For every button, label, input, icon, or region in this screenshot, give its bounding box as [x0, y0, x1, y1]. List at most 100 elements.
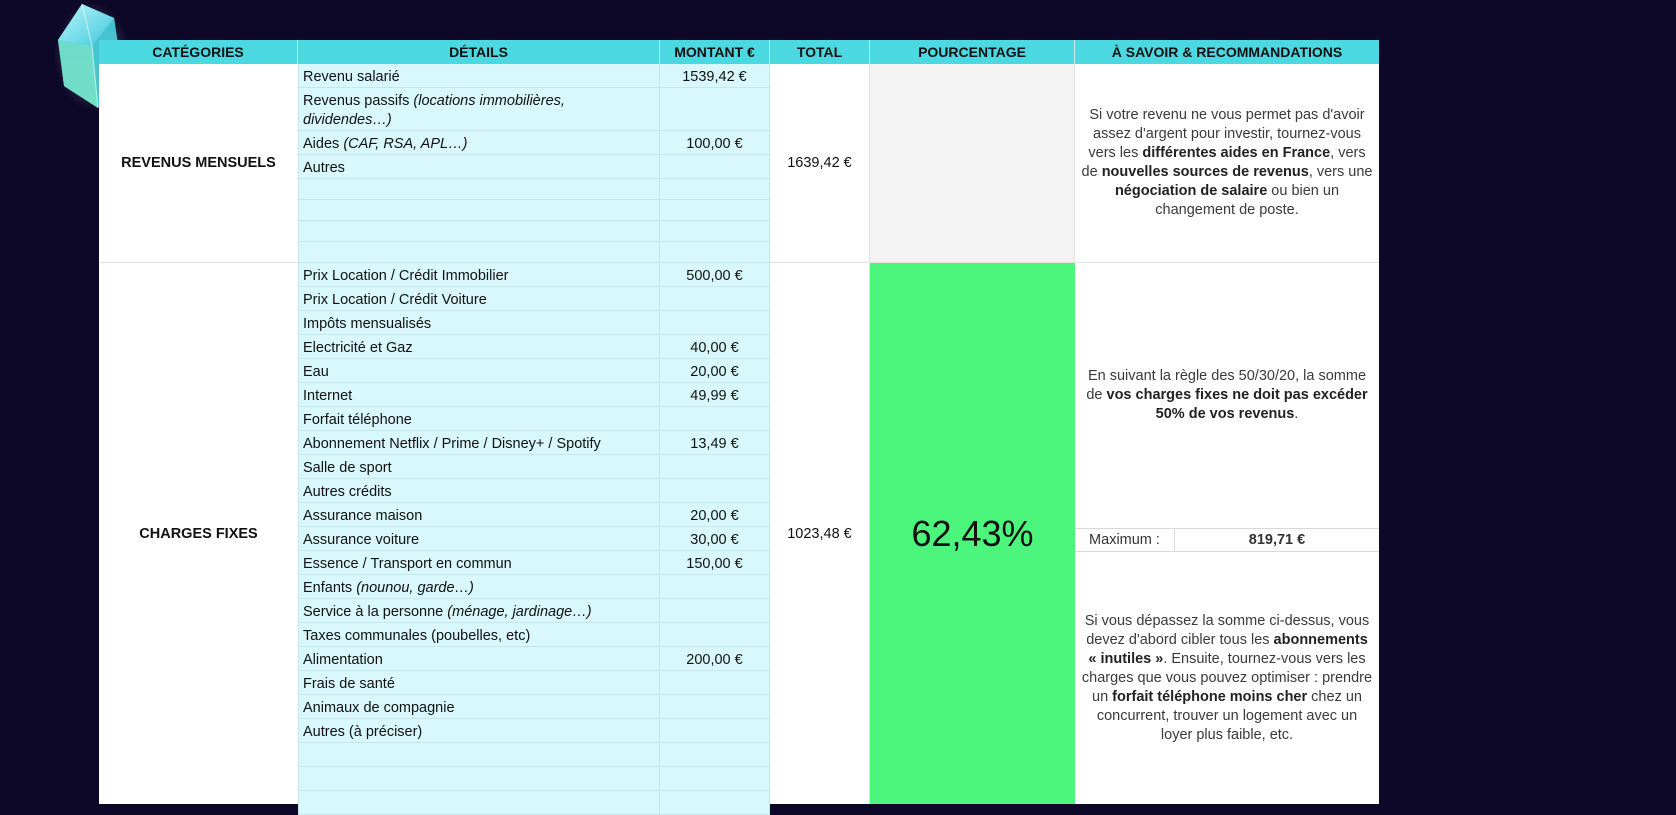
amount-cell[interactable]: 500,00 € — [660, 263, 770, 287]
budget-sheet: CATÉGORIES DÉTAILS MONTANT € TOTAL POURC… — [99, 40, 1379, 815]
charges-row — [298, 791, 770, 815]
detail-cell[interactable]: Taxes communales (poubelles, etc) — [298, 623, 660, 647]
detail-cell[interactable]: Revenu salarié — [298, 64, 660, 88]
detail-cell[interactable]: Prix Location / Crédit Voiture — [298, 287, 660, 311]
advice-charges-optimize: Si vous dépassez la somme ci-dessus, vou… — [1075, 552, 1379, 804]
detail-cell[interactable] — [298, 221, 660, 242]
revenus-row — [298, 179, 770, 200]
amount-cell[interactable] — [660, 200, 770, 221]
amount-cell[interactable]: 200,00 € — [660, 647, 770, 671]
amount-cell[interactable] — [660, 575, 770, 599]
amount-cell[interactable] — [660, 155, 770, 179]
amount-cell[interactable] — [660, 623, 770, 647]
detail-cell[interactable] — [298, 179, 660, 200]
detail-cell[interactable]: Salle de sport — [298, 455, 660, 479]
advice-bold: vos charges fixes ne doit pas excéder 50… — [1106, 387, 1368, 422]
revenus-row — [298, 242, 770, 263]
detail-cell[interactable]: Animaux de compagnie — [298, 695, 660, 719]
detail-label: Alimentation — [303, 652, 383, 668]
amount-cell[interactable] — [660, 311, 770, 335]
amount-cell[interactable]: 13,49 € — [660, 431, 770, 455]
detail-cell[interactable]: Autres — [298, 155, 660, 179]
detail-cell[interactable]: Frais de santé — [298, 671, 660, 695]
detail-cell[interactable]: Alimentation — [298, 647, 660, 671]
detail-cell[interactable]: Autres (à préciser) — [298, 719, 660, 743]
revenus-row: Revenu salarié 1539,42 € — [298, 64, 770, 88]
detail-cell[interactable]: Enfants (nounou, garde…) — [298, 575, 660, 599]
amount-cell[interactable] — [660, 479, 770, 503]
detail-label: Impôts mensualisés — [303, 316, 432, 332]
detail-cell[interactable]: Electricité et Gaz — [298, 335, 660, 359]
detail-label: Revenus passifs — [303, 93, 414, 109]
percentage-revenus[interactable] — [870, 64, 1075, 263]
header-categories: CATÉGORIES — [99, 40, 298, 64]
detail-label: Assurance maison — [303, 508, 423, 524]
total-charges[interactable]: 1023,48 € — [770, 263, 870, 804]
amount-cell[interactable] — [660, 791, 770, 815]
amount-cell[interactable] — [660, 599, 770, 623]
amount-cell[interactable] — [660, 743, 770, 767]
amount-cell[interactable]: 150,00 € — [660, 551, 770, 575]
amount-cell[interactable] — [660, 88, 770, 131]
amount-cell[interactable] — [660, 695, 770, 719]
detail-cell[interactable]: Internet — [298, 383, 660, 407]
amount-cell[interactable]: 49,99 € — [660, 383, 770, 407]
advice-text: . — [1294, 406, 1299, 422]
charges-row: Animaux de compagnie — [298, 695, 770, 719]
detail-cell[interactable]: Abonnement Netflix / Prime / Disney+ / S… — [298, 431, 660, 455]
detail-cell[interactable] — [298, 242, 660, 263]
detail-label: Prix Location / Crédit Voiture — [303, 292, 487, 308]
amount-cell[interactable]: 100,00 € — [660, 131, 770, 155]
detail-cell[interactable]: Autres crédits — [298, 479, 660, 503]
detail-cell[interactable]: Revenus passifs (locations immobilières,… — [298, 88, 660, 131]
detail-cell[interactable] — [298, 767, 660, 791]
detail-cell[interactable] — [298, 743, 660, 767]
detail-label: Animaux de compagnie — [303, 700, 455, 716]
amount-cell[interactable] — [660, 287, 770, 311]
charges-row: Essence / Transport en commun 150,00 € — [298, 551, 770, 575]
detail-label: Abonnement Netflix / Prime / Disney+ / S… — [303, 436, 601, 452]
amount-cell[interactable] — [660, 719, 770, 743]
amount-cell[interactable] — [660, 767, 770, 791]
detail-label: Eau — [303, 364, 329, 380]
amount-cell[interactable] — [660, 242, 770, 263]
detail-note: (nounou, garde…) — [356, 580, 474, 596]
advice-bold: forfait téléphone moins cher — [1112, 688, 1308, 705]
detail-label: Service à la personne — [303, 604, 448, 620]
detail-cell[interactable]: Aides (CAF, RSA, APL…) — [298, 131, 660, 155]
maximum-label: Maximum : — [1075, 529, 1175, 551]
charges-row: Autres (à préciser) — [298, 719, 770, 743]
charges-row: Assurance voiture 30,00 € — [298, 527, 770, 551]
detail-cell[interactable]: Prix Location / Crédit Immobilier — [298, 263, 660, 287]
amount-cell[interactable]: 30,00 € — [660, 527, 770, 551]
amount-cell[interactable]: 40,00 € — [660, 335, 770, 359]
detail-cell[interactable]: Eau — [298, 359, 660, 383]
detail-cell[interactable]: Forfait téléphone — [298, 407, 660, 431]
detail-cell[interactable]: Assurance maison — [298, 503, 660, 527]
maximum-value[interactable]: 819,71 € — [1175, 529, 1379, 551]
amount-cell[interactable] — [660, 671, 770, 695]
revenus-row — [298, 200, 770, 221]
header-percentage: POURCENTAGE — [870, 40, 1075, 64]
percentage-charges[interactable]: 62,43% — [870, 263, 1075, 804]
advice-revenus: Si votre revenu ne vous permet pas d'avo… — [1075, 64, 1379, 263]
revenus-row: Autres — [298, 155, 770, 179]
amount-cell[interactable]: 20,00 € — [660, 359, 770, 383]
detail-cell[interactable]: Impôts mensualisés — [298, 311, 660, 335]
detail-cell[interactable] — [298, 200, 660, 221]
detail-cell[interactable]: Essence / Transport en commun — [298, 551, 660, 575]
amount-cell[interactable] — [660, 221, 770, 242]
amount-cell[interactable]: 20,00 € — [660, 503, 770, 527]
detail-cell[interactable]: Assurance voiture — [298, 527, 660, 551]
revenus-row — [298, 221, 770, 242]
charges-row: Autres crédits — [298, 479, 770, 503]
amount-cell[interactable] — [660, 407, 770, 431]
amount-cell[interactable] — [660, 179, 770, 200]
amount-cell[interactable]: 1539,42 € — [660, 64, 770, 88]
detail-note: (ménage, jardinage…) — [447, 604, 592, 620]
total-revenus[interactable]: 1639,42 € — [770, 64, 870, 263]
header-details: DÉTAILS — [298, 40, 660, 64]
amount-cell[interactable] — [660, 455, 770, 479]
detail-cell[interactable]: Service à la personne (ménage, jardinage… — [298, 599, 660, 623]
detail-cell[interactable] — [298, 791, 660, 815]
